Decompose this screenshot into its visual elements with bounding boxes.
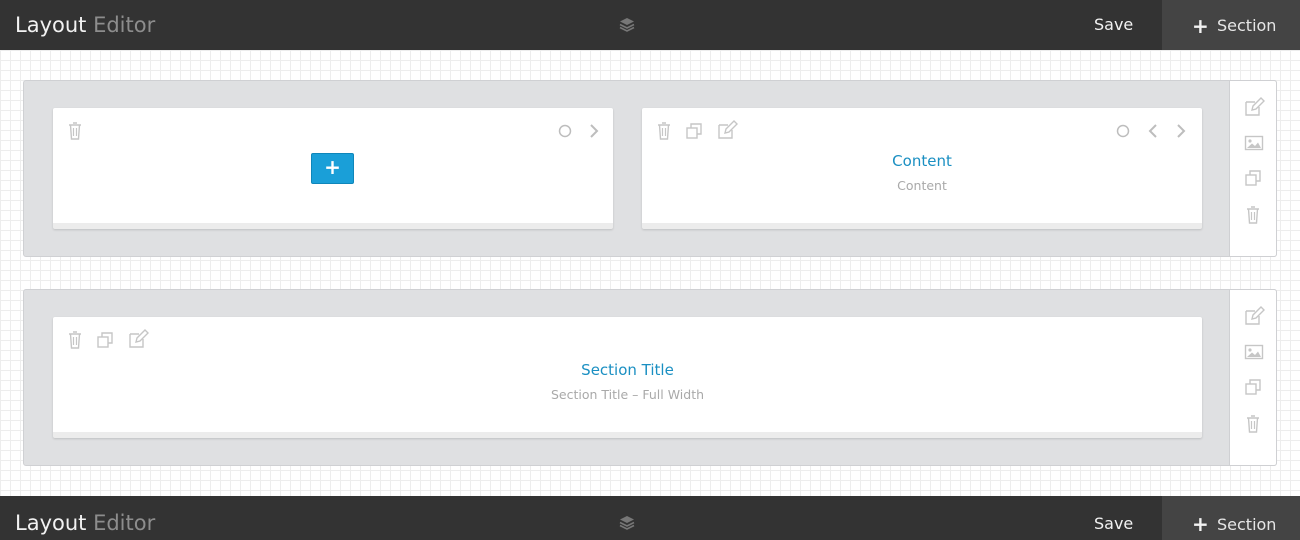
trash-icon[interactable] (1244, 205, 1264, 225)
layers-icon[interactable] (618, 514, 636, 532)
column-module-empty: + (53, 108, 613, 229)
chevron-right-icon[interactable] (1173, 122, 1193, 142)
plus-icon: + (1192, 14, 1209, 38)
trash-icon[interactable] (1244, 414, 1264, 434)
module-title[interactable]: Content (642, 152, 1202, 170)
duplicate-icon[interactable] (96, 331, 116, 351)
chevron-left-icon[interactable] (1145, 122, 1165, 142)
add-section-button[interactable]: + Section (1162, 0, 1300, 50)
layers-icon[interactable] (618, 16, 636, 34)
module-subtitle: Section Title – Full Width (550, 387, 705, 402)
save-button[interactable]: Save (1094, 514, 1133, 533)
edit-icon[interactable] (717, 120, 738, 140)
add-section-button[interactable]: + Section (1162, 496, 1300, 540)
edit-icon[interactable] (1244, 97, 1265, 117)
module-title[interactable]: Section Title (53, 361, 1202, 379)
section-toolbar (1229, 80, 1277, 257)
trash-icon[interactable] (66, 330, 86, 350)
module-subtitle: Content (897, 178, 947, 193)
top-toolbar: Layout Editor Save + Section (0, 0, 1300, 50)
column-module-section-title: Section Title Section Title – Full Width (53, 317, 1202, 438)
add-module-button[interactable]: + (311, 153, 354, 184)
trash-icon[interactable] (66, 121, 86, 141)
image-icon[interactable] (1244, 343, 1264, 363)
section-row-2: Section Title Section Title – Full Width (23, 289, 1277, 466)
bottom-toolbar: Layout Editor Save + Section (0, 496, 1300, 540)
image-icon[interactable] (1244, 134, 1264, 154)
app-title: Layout Editor (15, 12, 155, 38)
edit-icon[interactable] (128, 329, 149, 349)
section-row-1: + Content Content (23, 80, 1277, 257)
chevron-right-icon[interactable] (586, 122, 606, 142)
add-section-label: Section (1217, 515, 1277, 534)
section-toolbar (1229, 289, 1277, 466)
app-title-light: Editor (93, 511, 156, 535)
circle-icon[interactable] (556, 122, 576, 142)
app-title: Layout Editor (15, 510, 155, 536)
duplicate-icon[interactable] (1244, 169, 1264, 189)
duplicate-icon[interactable] (685, 122, 705, 142)
column-module-content: Content Content (642, 108, 1202, 229)
circle-icon[interactable] (1114, 122, 1134, 142)
app-title-light: Editor (93, 13, 156, 37)
add-section-label: Section (1217, 16, 1277, 35)
app-title-bold: Layout (15, 511, 87, 535)
save-button[interactable]: Save (1094, 15, 1133, 34)
app-title-bold: Layout (15, 13, 87, 37)
plus-icon: + (1192, 512, 1209, 536)
trash-icon[interactable] (655, 121, 675, 141)
duplicate-icon[interactable] (1244, 378, 1264, 398)
edit-icon[interactable] (1244, 306, 1265, 326)
